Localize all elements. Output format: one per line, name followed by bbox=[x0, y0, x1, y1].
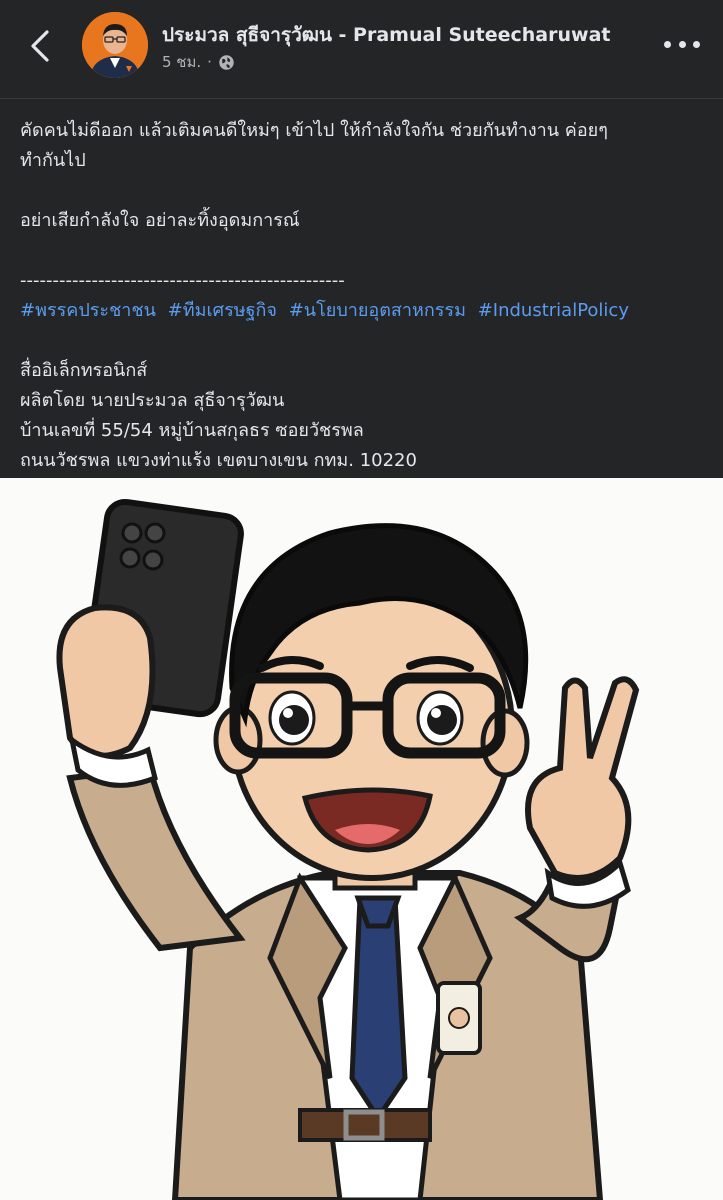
author-avatar[interactable] bbox=[82, 12, 148, 78]
hashtag-link[interactable]: #พรรคประชาชน bbox=[20, 300, 156, 321]
footer-line: สื่ออิเล็กทรอนิกส์ bbox=[20, 360, 148, 381]
hashtag-link[interactable]: #นโยบายอุตสาหกรรม bbox=[289, 300, 466, 321]
cartoon-selfie-illustration bbox=[0, 478, 723, 1200]
meta-separator: · bbox=[207, 53, 212, 71]
post-time[interactable]: 5 ชม. bbox=[162, 50, 201, 74]
post-header: ประมวล สุธีจารุวัฒน - Pramual Suteecharu… bbox=[0, 0, 723, 98]
footer-line: ผลิตโดย นายประมวล สุธีจารุวัฒน bbox=[20, 390, 285, 411]
hashtags: #พรรคประชาชน #ทีมเศรษฐกิจ #นโยบายอุตสาหก… bbox=[20, 296, 710, 326]
post-text: คัดคนไม่ดีออก แล้วเติมคนดีใหม่ๆ เข้าไป ใ… bbox=[20, 116, 710, 476]
post-meta: 5 ชม. · bbox=[162, 50, 235, 74]
globe-icon bbox=[219, 54, 234, 70]
post-image[interactable] bbox=[0, 478, 723, 1200]
more-options-button[interactable] bbox=[664, 34, 700, 54]
back-button[interactable] bbox=[22, 26, 58, 66]
separator-line: ----------------------------------------… bbox=[20, 270, 345, 291]
post-line: คัดคนไม่ดีออก แล้วเติมคนดีใหม่ๆ เข้าไป ใ… bbox=[20, 120, 608, 141]
author-name[interactable]: ประมวล สุธีจารุวัฒน - Pramual Suteecharu… bbox=[162, 20, 610, 50]
hashtag-link[interactable]: #ทีมเศรษฐกิจ bbox=[168, 300, 277, 321]
footer-line: ถนนวัชรพล แขวงท่าแร้ง เขตบางเขน กทม. 102… bbox=[20, 450, 417, 471]
chevron-left-icon bbox=[31, 30, 49, 62]
header-divider bbox=[0, 98, 723, 99]
post-line: ทำกันไป bbox=[20, 150, 86, 171]
post-line: อย่าเสียกำลังใจ อย่าละทิ้งอุดมการณ์ bbox=[20, 210, 300, 231]
more-horizontal-icon bbox=[664, 40, 671, 48]
hashtag-link[interactable]: #IndustrialPolicy bbox=[478, 300, 629, 321]
footer-line: บ้านเลขที่ 55/54 หมู่บ้านสกุลธร ซอยวัชรพ… bbox=[20, 420, 364, 441]
